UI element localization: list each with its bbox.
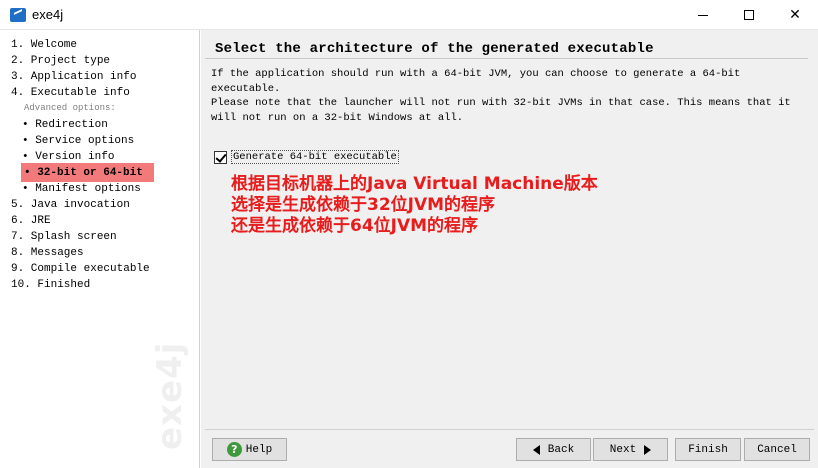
- button-separator: [205, 429, 814, 430]
- exe4j-watermark: exe4j: [150, 341, 190, 450]
- help-label: Help: [245, 443, 273, 456]
- step-jre[interactable]: 6. JRE: [11, 214, 51, 228]
- page-title: Select the architecture of the generated…: [215, 41, 654, 57]
- next-label: Next: [609, 443, 637, 456]
- step-finished[interactable]: 10. Finished: [11, 278, 90, 292]
- arrow-right-icon: [644, 444, 652, 455]
- step-java-invocation[interactable]: 5. Java invocation: [11, 198, 130, 212]
- minimize-button[interactable]: [680, 0, 726, 30]
- wizard-steps-sidebar: 1. Welcome 2. Project type 3. Applicatio…: [0, 30, 200, 468]
- step-version-info[interactable]: • Version info: [22, 150, 114, 164]
- generate-64bit-label[interactable]: Generate 64-bit executable: [231, 150, 399, 164]
- step-compile-executable[interactable]: 9. Compile executable: [11, 262, 150, 276]
- annotation-line-3: 还是生成依赖于64位JVM的程序: [231, 216, 479, 236]
- back-button[interactable]: Back: [516, 438, 591, 461]
- step-redirection[interactable]: • Redirection: [22, 118, 108, 132]
- annotation-line-2: 选择是生成依赖于32位JVM的程序: [231, 195, 496, 215]
- description-text: If the application should run with a 64-…: [211, 68, 741, 95]
- minimize-icon: [698, 14, 708, 16]
- step-welcome[interactable]: 1. Welcome: [11, 38, 77, 52]
- step-32-or-64-bit[interactable]: • 32-bit or 64-bit: [24, 166, 143, 180]
- arrow-left-icon: [532, 444, 540, 455]
- warning-text: Please note that the launcher will not r…: [211, 97, 791, 124]
- title-bar: exe4j ✕: [0, 0, 818, 30]
- annotation-line-1: 根据目标机器上的Java Virtual Machine版本: [231, 174, 598, 194]
- step-service-options[interactable]: • Service options: [22, 134, 134, 148]
- window-title: exe4j: [32, 7, 64, 22]
- step-application-info[interactable]: 3. Application info: [11, 70, 136, 84]
- close-icon: ✕: [789, 7, 801, 23]
- step-splash-screen[interactable]: 7. Splash screen: [11, 230, 117, 244]
- exe4j-app-icon: [10, 8, 26, 22]
- advanced-options-hint: Advanced options:: [24, 103, 116, 113]
- cancel-label: Cancel: [757, 443, 797, 456]
- finish-button[interactable]: Finish: [675, 438, 741, 461]
- back-label: Back: [547, 443, 575, 456]
- maximize-icon: [744, 10, 754, 20]
- cancel-button[interactable]: Cancel: [744, 438, 810, 461]
- generate-64bit-option[interactable]: Generate 64-bit executable: [214, 149, 399, 165]
- step-messages[interactable]: 8. Messages: [11, 246, 84, 260]
- help-icon: ?: [226, 442, 242, 457]
- generate-64bit-checkbox[interactable]: [214, 150, 227, 164]
- step-manifest-options[interactable]: • Manifest options: [22, 182, 141, 196]
- step-executable-info[interactable]: 4. Executable info: [11, 86, 130, 100]
- close-button[interactable]: ✕: [772, 0, 818, 30]
- finish-label: Finish: [688, 443, 728, 456]
- heading-bar: Select the architecture of the generated…: [205, 34, 808, 59]
- main-panel: Select the architecture of the generated…: [201, 30, 818, 468]
- maximize-button[interactable]: [726, 0, 772, 30]
- help-button[interactable]: ? Help: [212, 438, 287, 461]
- next-button[interactable]: Next: [593, 438, 668, 461]
- step-project-type[interactable]: 2. Project type: [11, 54, 110, 68]
